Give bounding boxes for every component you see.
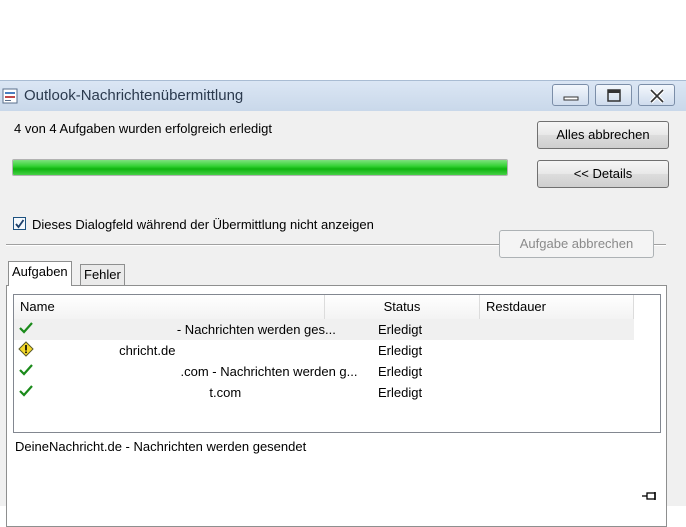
dont-show-label: Dieses Dialogfeld während der Übermittlu… [32, 217, 374, 232]
minimize-icon [563, 96, 579, 101]
tasks-panel: Name Status Restdauer - Nachrichten werd… [6, 230, 667, 527]
send-receive-icon [2, 88, 18, 104]
list-header: Name Status Restdauer [14, 295, 634, 320]
task-status: Erledigt [378, 364, 423, 379]
table-row[interactable]: - Nachrichten werden ges... Erledigt [14, 319, 634, 340]
task-list[interactable]: Name Status Restdauer - Nachrichten werd… [13, 294, 661, 433]
send-receive-dialog: Outlook-Nachrichtenübermittlung 4 von 4 … [0, 80, 686, 527]
green-check-icon [19, 364, 33, 376]
task-name: .com - Nachrichten werden g... [36, 364, 358, 379]
warning-icon [18, 341, 34, 357]
cancel-all-button[interactable]: Alles abbrechen [537, 121, 669, 149]
minimize-button[interactable] [552, 84, 589, 106]
table-row[interactable]: chricht.de Erledigt [14, 340, 634, 361]
task-status: Erledigt [378, 385, 423, 400]
column-remaining[interactable]: Restdauer [480, 295, 634, 319]
task-name: - Nachrichten werden ges... [36, 322, 336, 337]
tab-aufgaben[interactable]: Aufgaben [8, 261, 72, 286]
tab-fehler[interactable]: Fehler [80, 264, 125, 286]
dont-show-checkbox[interactable] [13, 217, 26, 230]
details-button[interactable]: << Details [537, 160, 669, 188]
close-button[interactable] [638, 84, 675, 106]
maximize-button[interactable] [595, 84, 632, 106]
table-row[interactable]: .com - Nachrichten werden g... Erledigt [14, 361, 634, 382]
close-icon [649, 88, 665, 104]
progress-bar [12, 159, 508, 176]
green-check-icon [19, 322, 33, 334]
column-status[interactable]: Status [325, 295, 480, 319]
dialog-body: 4 von 4 Aufgaben wurden erfolgreich erle… [0, 111, 686, 527]
progress-fill [13, 160, 507, 175]
redaction [32, 400, 102, 412]
task-status: Erledigt [378, 322, 423, 337]
cancel-task-button[interactable]: Aufgabe abbrechen [499, 230, 654, 258]
current-task-label: DeineNachricht.de - Nachrichten werden g… [15, 439, 307, 454]
window-title: Outlook-Nachrichtenübermittlung [24, 87, 244, 104]
pin-icon[interactable] [642, 491, 658, 501]
title-bar[interactable]: Outlook-Nachrichtenübermittlung [0, 81, 686, 111]
status-message: 4 von 4 Aufgaben wurden erfolgreich erle… [14, 121, 273, 136]
task-status: Erledigt [378, 343, 423, 358]
task-name: chricht.de [36, 343, 176, 358]
column-name[interactable]: Name [14, 295, 325, 319]
green-check-icon [19, 385, 33, 397]
maximize-icon [607, 89, 621, 102]
checkmark-icon [15, 219, 25, 229]
table-row[interactable]: t.com Erledigt [14, 382, 634, 403]
